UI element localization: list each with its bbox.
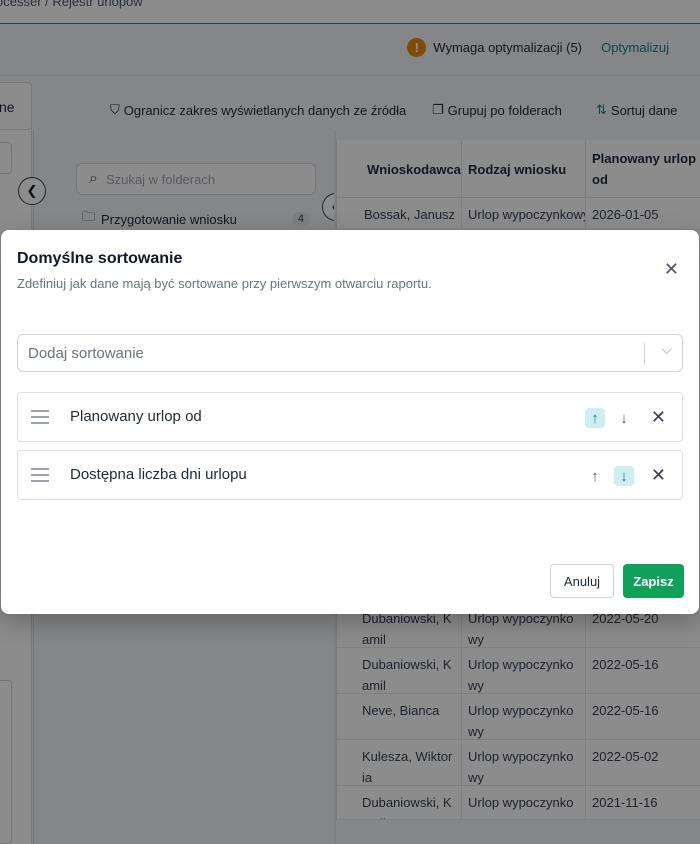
- sort-item-label: Dostępna liczba dni urlopu: [70, 466, 247, 483]
- sort-item-label: Planowany urlop od: [70, 408, 202, 425]
- dialog-subtitle: Zdefiniuj jak dane mają być sortowane pr…: [17, 276, 432, 291]
- close-icon[interactable]: ✕: [664, 260, 679, 278]
- sort-descending-icon[interactable]: ↓: [614, 466, 634, 486]
- sort-ascending-icon[interactable]: ↑: [585, 408, 605, 428]
- select-separator: [644, 343, 645, 365]
- add-sort-placeholder: Dodaj sortowanie: [28, 344, 144, 362]
- save-button[interactable]: Zapisz: [623, 564, 684, 598]
- sort-item: Dostępna liczba dni urlopu ↑ ↓ ✕: [17, 450, 683, 500]
- remove-sort-icon[interactable]: ✕: [651, 465, 666, 485]
- sort-ascending-icon[interactable]: ↑: [585, 466, 605, 486]
- dialog-title: Domyślne sortowanie: [17, 250, 183, 267]
- add-sort-select[interactable]: Dodaj sortowanie ⌵: [17, 334, 683, 372]
- default-sort-dialog: Domyślne sortowanie Zdefiniuj jak dane m…: [1, 230, 699, 614]
- chevron-down-icon: ⌵: [661, 341, 672, 357]
- sort-descending-icon[interactable]: ↓: [614, 408, 634, 428]
- cancel-button[interactable]: Anuluj: [550, 564, 614, 598]
- drag-handle-icon[interactable]: [31, 410, 49, 428]
- remove-sort-icon[interactable]: ✕: [651, 407, 666, 427]
- sort-item: Planowany urlop od ↑ ↓ ✕: [17, 392, 683, 442]
- drag-handle-icon[interactable]: [31, 468, 49, 486]
